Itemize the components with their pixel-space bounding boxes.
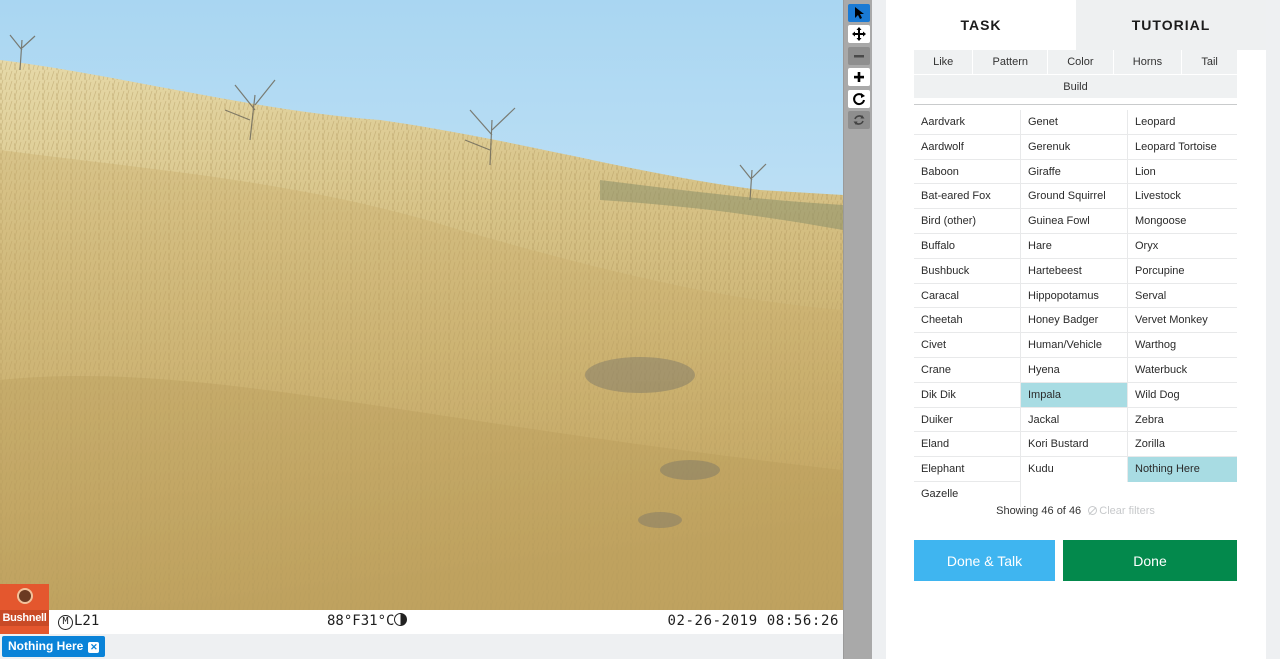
- choice-guinea-fowl[interactable]: Guinea Fowl: [1021, 209, 1128, 234]
- choice-aardwolf[interactable]: Aardwolf: [914, 134, 1021, 160]
- choice-elephant[interactable]: Elephant: [914, 457, 1021, 482]
- species-choice-grid: Aardvark Aardwolf Baboon Bat-eared Fox Bird …: [914, 110, 1237, 507]
- choice-dik-dik[interactable]: Dik Dik: [914, 382, 1021, 408]
- filter-like[interactable]: Like: [914, 50, 974, 74]
- choice-kori-bustard[interactable]: Kori Bustard: [1021, 432, 1128, 458]
- filter-build[interactable]: Build: [914, 74, 1237, 98]
- panel-tabs: TASK TUTORIAL: [886, 0, 1266, 50]
- choice-baboon[interactable]: Baboon: [914, 159, 1021, 185]
- choice-porcupine[interactable]: Porcupine: [1128, 259, 1237, 284]
- brand-emblem-icon: [16, 588, 33, 604]
- choice-livestock[interactable]: Livestock: [1128, 184, 1237, 210]
- choice-crane[interactable]: Crane: [914, 357, 1021, 383]
- move-icon: [852, 27, 866, 41]
- choice-leopard[interactable]: Leopard: [1128, 110, 1237, 135]
- choice-bat-eared-fox[interactable]: Bat-eared Fox: [914, 184, 1021, 210]
- choice-honey-badger[interactable]: Honey Badger: [1021, 308, 1128, 334]
- filter-divider: [914, 104, 1237, 105]
- choice-bird-other[interactable]: Bird (other): [914, 209, 1021, 234]
- choice-human-vehicle[interactable]: Human/Vehicle: [1021, 333, 1128, 358]
- camera-brand-label: Bushnell: [0, 610, 49, 626]
- choice-aardvark[interactable]: Aardvark: [914, 110, 1021, 135]
- camera-brand-logo: Bushnell: [0, 584, 49, 634]
- showing-total: 46: [1068, 505, 1082, 517]
- choice-gerenuk[interactable]: Gerenuk: [1021, 134, 1128, 160]
- task-panel: TASK TUTORIAL Like Pattern Color Horns T…: [886, 0, 1266, 659]
- choice-kudu[interactable]: Kudu: [1021, 457, 1128, 482]
- choice-hare[interactable]: Hare: [1021, 233, 1128, 259]
- characteristic-filters: Like Pattern Color Horns Tail Build: [914, 50, 1237, 98]
- pointer-icon: [855, 7, 864, 19]
- choice-zorilla[interactable]: Zorilla: [1128, 432, 1237, 458]
- choice-bushbuck[interactable]: Bushbuck: [914, 258, 1021, 284]
- choice-waterbuck[interactable]: Waterbuck: [1128, 358, 1237, 383]
- choice-lion[interactable]: Lion: [1128, 160, 1237, 185]
- clear-filters-link[interactable]: Clear filters: [1088, 505, 1155, 517]
- choice-impala[interactable]: Impala: [1021, 382, 1128, 408]
- tab-tutorial[interactable]: TUTORIAL: [1076, 0, 1266, 50]
- temperature-value: 88°F31°C: [327, 613, 395, 629]
- camera-data-strip: Bushnell M L21 88°F31°C 02-26-2019 08:56:…: [0, 584, 843, 634]
- choice-zebra[interactable]: Zebra: [1128, 408, 1237, 433]
- choice-vervet-monkey[interactable]: Vervet Monkey: [1128, 308, 1237, 334]
- choice-civet[interactable]: Civet: [914, 333, 1021, 358]
- camera-temperature: 88°F31°C: [327, 613, 408, 629]
- clear-filters-icon: [1088, 506, 1098, 515]
- camera-id-value: L21: [74, 613, 100, 629]
- choice-wild-dog[interactable]: Wild Dog: [1128, 383, 1237, 408]
- filter-pattern[interactable]: Pattern: [973, 50, 1049, 74]
- choice-hippopotamus[interactable]: Hippopotamus: [1021, 283, 1128, 309]
- showing-count: 46: [1041, 505, 1054, 517]
- selected-choice-tag[interactable]: Nothing Here ✕: [2, 636, 106, 657]
- choice-eland[interactable]: Eland: [914, 432, 1021, 458]
- choice-ground-squirrel[interactable]: Ground Squirrel: [1021, 184, 1128, 210]
- pan-tool-button[interactable]: [848, 25, 870, 43]
- showing-status: Showing 46 of 46 Clear filters: [914, 505, 1237, 517]
- choice-caracal[interactable]: Caracal: [914, 283, 1021, 309]
- choice-mongoose[interactable]: Mongoose: [1128, 209, 1237, 234]
- selected-choice-tag-label: Nothing Here: [8, 639, 84, 653]
- choice-oryx[interactable]: Oryx: [1128, 234, 1237, 259]
- zoom-out-button[interactable]: [848, 47, 870, 65]
- filter-color[interactable]: Color: [1048, 50, 1114, 74]
- subject-image-viewer[interactable]: Bushnell M L21 88°F31°C 02-26-2019 08:56:…: [0, 0, 843, 634]
- camera-id: M L21: [58, 613, 99, 630]
- select-tool-button[interactable]: [848, 4, 870, 22]
- choice-leopard-tortoise[interactable]: Leopard Tortoise: [1128, 135, 1237, 160]
- reset-icon: [853, 115, 865, 125]
- choice-hyena[interactable]: Hyena: [1021, 357, 1128, 383]
- filter-tail[interactable]: Tail: [1182, 50, 1237, 74]
- image-toolbar: [843, 0, 872, 659]
- choice-cheetah[interactable]: Cheetah: [914, 308, 1021, 334]
- remove-choice-icon[interactable]: ✕: [88, 642, 100, 653]
- moon-phase-icon: [394, 613, 408, 626]
- choice-warthog[interactable]: Warthog: [1128, 333, 1237, 358]
- choice-genet[interactable]: Genet: [1021, 110, 1128, 135]
- showing-of: of: [1056, 505, 1066, 517]
- plus-icon: [854, 72, 864, 82]
- camera-trap-photo[interactable]: [0, 0, 843, 610]
- zoom-in-button[interactable]: [848, 68, 870, 86]
- camera-id-prefix: M: [58, 615, 73, 630]
- camera-timestamp: 02-26-2019 08:56:26: [667, 613, 839, 629]
- choice-nothing-here[interactable]: Nothing Here: [1128, 457, 1237, 482]
- filter-horns[interactable]: Horns: [1114, 50, 1183, 74]
- choice-gazelle[interactable]: Gazelle: [914, 481, 1021, 507]
- choice-serval[interactable]: Serval: [1128, 284, 1237, 309]
- choice-hartebeest[interactable]: Hartebeest: [1021, 258, 1128, 284]
- rotate-icon: [853, 93, 865, 106]
- done-and-talk-button[interactable]: Done & Talk: [914, 540, 1055, 581]
- classifier-app: Bushnell M L21 88°F31°C 02-26-2019 08:56:…: [0, 0, 1280, 659]
- tab-task[interactable]: TASK: [886, 0, 1076, 50]
- minus-icon: [854, 55, 864, 58]
- done-button[interactable]: Done: [1063, 540, 1237, 581]
- showing-prefix: Showing: [996, 505, 1039, 517]
- choice-duiker[interactable]: Duiker: [914, 407, 1021, 433]
- clear-filters-label: Clear filters: [1099, 505, 1155, 517]
- rotate-button[interactable]: [848, 90, 870, 108]
- choice-giraffe[interactable]: Giraffe: [1021, 159, 1128, 185]
- reset-button[interactable]: [848, 111, 870, 129]
- choice-jackal[interactable]: Jackal: [1021, 407, 1128, 433]
- choice-buffalo[interactable]: Buffalo: [914, 233, 1021, 259]
